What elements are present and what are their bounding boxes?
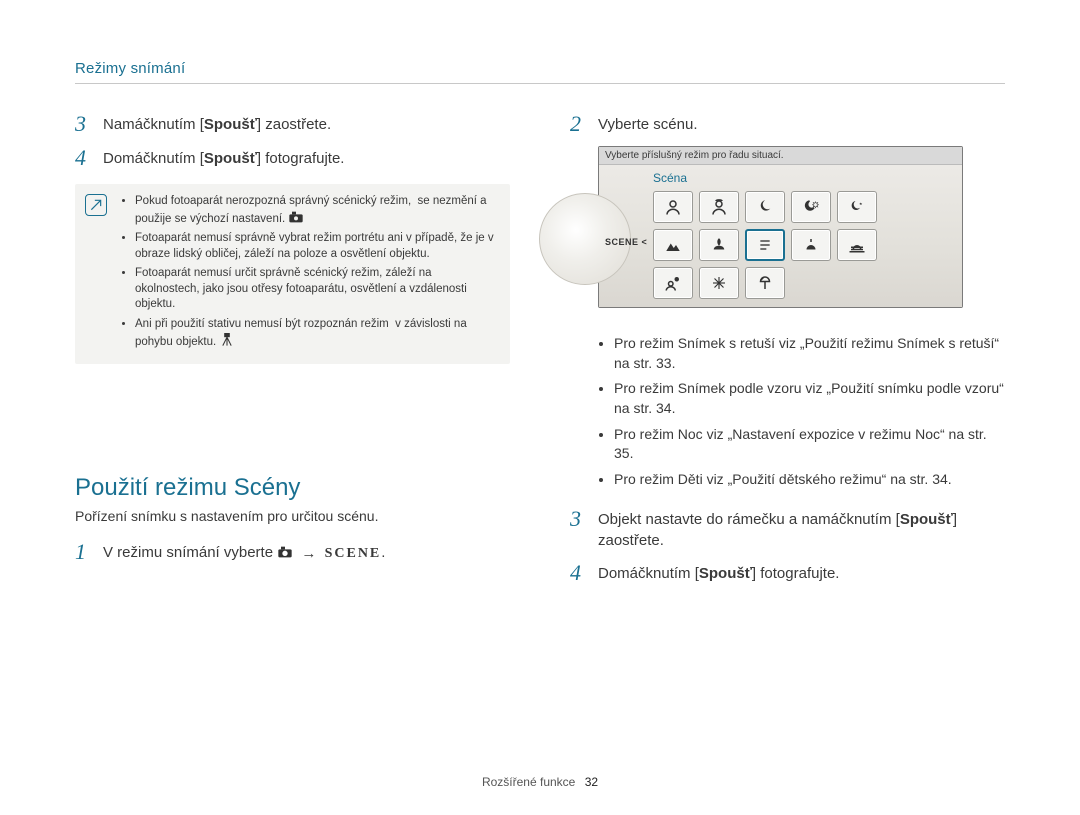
breadcrumb: Režimy snímání: [75, 60, 1005, 84]
step-number: 2: [570, 112, 598, 136]
scene-macro-icon: [699, 229, 739, 261]
note-icon: [85, 194, 107, 216]
step-3: 3 Namáčknutím [Spoušť] zaostřete.: [75, 112, 510, 136]
step-text: Objekt nastavte do rámečku a namáčknutím…: [598, 507, 1005, 551]
step-number: 1: [75, 540, 103, 564]
explanation-item: Pro režim Noc viz „Nastavení expozice v …: [614, 425, 1005, 464]
step-1: 1 V režimu snímání vyberte → SCENE.: [75, 540, 510, 564]
scene-indicator: SCENE <: [605, 237, 647, 247]
display-hint: Vyberte příslušný režim pro řadu situací…: [599, 147, 962, 165]
note-item: Fotoaparát nemusí určit správně scénický…: [135, 266, 496, 313]
step-number: 4: [570, 561, 598, 585]
section-title: Použití režimu Scény: [75, 474, 510, 502]
explanation-item: Pro režim Snímek podle vzoru viz „Použit…: [614, 379, 1005, 418]
scene-night2-icon: [837, 191, 877, 223]
scene-night-portrait-icon: [745, 191, 785, 223]
note-list: Pokud fotoaparát nerozpozná správný scén…: [119, 194, 496, 354]
note-item: Pokud fotoaparát nerozpozná správný scén…: [135, 194, 496, 227]
scene-backlight-icon: [653, 267, 693, 299]
explanation-list: Pro režim Snímek s retuší viz „Použití r…: [570, 334, 1005, 489]
scene-grid: [653, 191, 954, 299]
step-text: Vyberte scénu.: [598, 112, 698, 135]
page-footer: Rozšířené funkce 32: [0, 775, 1080, 789]
step-text: Domáčknutím [Spoušť] fotografujte.: [103, 146, 344, 169]
step-number: 3: [75, 112, 103, 136]
scene-label: SCENE: [325, 546, 382, 561]
display-mode-label: Scéna: [653, 171, 954, 185]
scene-firework-icon: [699, 267, 739, 299]
explanation-item: Pro režim Snímek s retuší viz „Použití r…: [614, 334, 1005, 373]
tripod-icon: [219, 336, 235, 348]
explanation-item: Pro režim Děti viz „Použití dětského rež…: [614, 470, 1005, 490]
step-4: 4 Domáčknutím [Spoušť] fotografujte.: [75, 146, 510, 170]
scene-sunset-icon: [791, 229, 831, 261]
smart-auto-icon: [288, 213, 304, 225]
note-item: Ani při použití stativu nemusí být rozpo…: [135, 317, 496, 350]
note-item: Fotoaparát nemusí správně vybrat režim p…: [135, 231, 496, 262]
step-4-right: 4 Domáčknutím [Spoušť] fotografujte.: [570, 561, 1005, 585]
scene-landscape-icon: [653, 229, 693, 261]
scene-children-icon: [699, 191, 739, 223]
section-desc: Pořízení snímku s nastavením pro určitou…: [75, 508, 510, 524]
step-number: 3: [570, 507, 598, 531]
step-text: Namáčknutím [Spoušť] zaostřete.: [103, 112, 331, 135]
arrow-right-icon: →: [301, 543, 316, 564]
step-2: 2 Vyberte scénu.: [570, 112, 1005, 136]
scene-night-icon: [791, 191, 831, 223]
left-column: 3 Namáčknutím [Spoušť] zaostřete. 4 Domá…: [75, 112, 510, 596]
scene-dawn-icon: [837, 229, 877, 261]
step-3-right: 3 Objekt nastavte do rámečku a namáčknut…: [570, 507, 1005, 551]
scene-beach-snow-icon: [745, 267, 785, 299]
footer-section: Rozšířené funkce: [482, 775, 575, 789]
scene-text-icon: [745, 229, 785, 261]
note-box: Pokud fotoaparát nerozpozná správný scén…: [75, 184, 510, 364]
page-number: 32: [585, 775, 598, 789]
step-text: V režimu snímání vyberte → SCENE.: [103, 540, 385, 564]
right-column: 2 Vyberte scénu. Vyberte příslušný režim…: [570, 112, 1005, 596]
step-number: 4: [75, 146, 103, 170]
camera-icon: [277, 544, 297, 561]
step-text: Domáčknutím [Spoušť] fotografujte.: [598, 561, 839, 584]
camera-display: Vyberte příslušný režim pro řadu situací…: [598, 146, 963, 308]
scene-portrait-icon: [653, 191, 693, 223]
